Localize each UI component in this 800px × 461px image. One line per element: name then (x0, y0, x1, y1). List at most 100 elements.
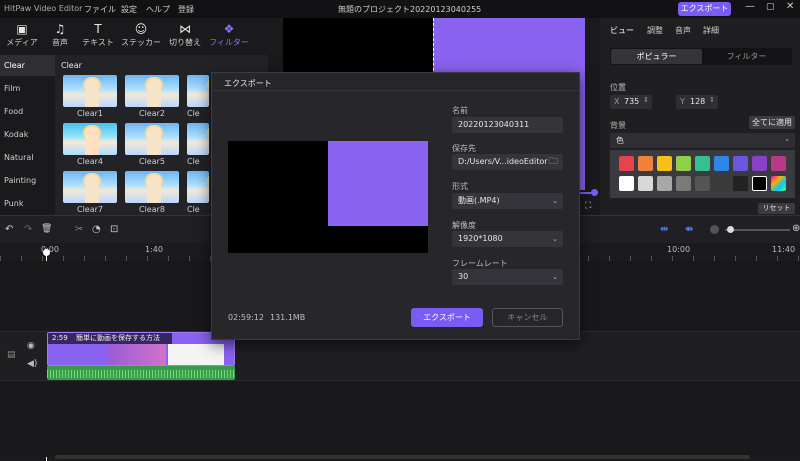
color-swatch[interactable] (733, 156, 748, 171)
color-swatch[interactable] (752, 156, 767, 171)
resolution-select[interactable]: 1920*1080 ⌄ (452, 231, 563, 247)
video-clip[interactable]: 2:59 簡単に動画を保存する方法 (47, 332, 235, 366)
timeline-scrollbar[interactable] (55, 455, 750, 459)
reset-button[interactable]: リセット (758, 203, 795, 214)
tool-sticker[interactable]: ☺ ステッカー (118, 22, 164, 48)
stepper-icon[interactable]: ⇕ (643, 96, 649, 104)
split-marker-icon[interactable]: ⇼ (685, 224, 693, 235)
background-type-select[interactable]: 色 ⌄ (610, 133, 795, 148)
ruler-label: 10:00 (667, 245, 691, 254)
color-swatch[interactable] (676, 176, 691, 191)
format-label: 形式 (452, 182, 468, 191)
audio-waveform[interactable] (47, 366, 235, 380)
redo-icon[interactable]: ↷ (24, 224, 32, 235)
color-swatch[interactable] (771, 156, 786, 171)
filter-label: Cle (187, 109, 200, 118)
tool-filter[interactable]: ❖ フィルター (205, 22, 253, 48)
tab-view[interactable]: ビュー (610, 25, 634, 36)
name-input[interactable]: 20220123040311 (452, 117, 563, 133)
clip-frame-thumb (108, 344, 166, 365)
category-food[interactable]: Food (4, 107, 23, 116)
zoom-slider[interactable] (725, 229, 790, 231)
menu-help[interactable]: ヘルプ (146, 4, 170, 15)
apply-all-button[interactable]: 全てに適用 (749, 116, 795, 129)
minimize-icon[interactable]: — (745, 1, 755, 12)
x-position-field[interactable]: X 735 ⇕ (610, 95, 652, 109)
filter-thumb-clear5[interactable] (125, 123, 179, 155)
filter-thumb-clear8[interactable] (125, 171, 179, 203)
snap-icon[interactable]: ⇹ (660, 224, 668, 235)
filter-thumb-clear4[interactable] (63, 123, 117, 155)
save-location-input[interactable]: D:/Users/V...ideoEditor 🗀 (452, 154, 563, 170)
color-swatch[interactable] (714, 176, 729, 191)
color-swatch[interactable] (657, 176, 672, 191)
cancel-button[interactable]: キャンセル (492, 308, 563, 327)
preview-progress-handle[interactable] (591, 189, 598, 196)
name-label: 名前 (452, 106, 468, 115)
export-button[interactable]: エクスポート (411, 308, 483, 327)
delete-icon[interactable]: 🗑 (41, 224, 52, 234)
tab-audio[interactable]: 音声 (675, 25, 691, 36)
fullscreen-icon[interactable]: ⛶ (585, 201, 591, 211)
filter-thumb-clear9[interactable] (187, 171, 209, 203)
subtab-filter[interactable]: フィルター (702, 49, 791, 64)
zoom-slider-handle[interactable] (727, 226, 734, 233)
filter-label: Cle (187, 205, 200, 214)
export-button-top[interactable]: エクスポート (678, 2, 731, 16)
color-swatch[interactable] (676, 156, 691, 171)
color-picker-swatch[interactable] (771, 176, 786, 191)
stepper-icon[interactable]: ⇕ (709, 96, 715, 104)
category-painting[interactable]: Painting (4, 176, 36, 185)
crop-icon[interactable]: ⊡ (110, 224, 118, 235)
undo-icon[interactable]: ↶ (5, 224, 13, 235)
color-swatch-selected[interactable] (752, 176, 767, 191)
color-swatch[interactable] (638, 176, 653, 191)
filter-thumb-clear3[interactable] (187, 75, 209, 107)
zoom-in-icon[interactable]: ⊕ (792, 223, 800, 234)
playhead-handle[interactable] (43, 249, 50, 256)
tool-text[interactable]: T テキスト (76, 22, 120, 48)
category-film[interactable]: Film (4, 84, 20, 93)
category-punk[interactable]: Punk (4, 199, 23, 208)
category-clear[interactable]: Clear (4, 61, 25, 70)
y-position-field[interactable]: Y 128 ⇕ (676, 95, 718, 109)
format-select[interactable]: 動画(.MP4) ⌄ (452, 193, 563, 209)
color-swatch[interactable] (695, 176, 710, 191)
save-location-label: 保存先 (452, 144, 476, 153)
color-swatch[interactable] (657, 156, 672, 171)
filter-label: Cle (187, 157, 200, 166)
filter-thumb-clear2[interactable] (125, 75, 179, 107)
subtab-popular[interactable]: ポピュラー (611, 49, 702, 64)
menu-register[interactable]: 登録 (178, 4, 194, 15)
close-icon[interactable]: ✕ (786, 1, 794, 12)
filter-thumb-clear7[interactable] (63, 171, 117, 203)
eye-icon[interactable]: ◉ (27, 341, 35, 351)
tool-transition[interactable]: ⋈ 切り替え (163, 22, 207, 48)
filter-thumb-clear1[interactable] (63, 75, 117, 107)
folder-icon[interactable]: 🗀 (549, 154, 558, 170)
menu-file[interactable]: ファイル (84, 4, 116, 15)
tab-details[interactable]: 詳細 (703, 25, 719, 36)
tab-adjust[interactable]: 調整 (647, 25, 663, 36)
subtab-group: ポピュラー フィルター (610, 48, 792, 65)
split-icon[interactable]: ✂ (75, 224, 83, 235)
speaker-icon[interactable]: ◀) (27, 359, 37, 369)
color-swatch[interactable] (733, 176, 748, 191)
zoom-out-icon[interactable] (710, 225, 719, 234)
color-swatch[interactable] (619, 176, 634, 191)
category-natural[interactable]: Natural (4, 153, 34, 162)
color-swatch[interactable] (714, 156, 729, 171)
export-filesize: 131.1MB (270, 313, 306, 322)
speed-icon[interactable]: ◔ (92, 224, 101, 235)
menu-settings[interactable]: 設定 (121, 4, 137, 15)
framerate-select[interactable]: 30 ⌄ (452, 269, 563, 285)
category-kodak[interactable]: Kodak (4, 130, 28, 139)
color-swatch[interactable] (695, 156, 710, 171)
maximize-icon[interactable]: ▢ (766, 2, 775, 12)
filter-thumb-clear6[interactable] (187, 123, 209, 155)
clip-info-bar: 2:59 簡単に動画を保存する方法 (48, 333, 172, 344)
properties-panel: ビュー 調整 音声 詳細 ポピュラー フィルター 位置 X 735 ⇕ Y 12… (600, 18, 800, 215)
position-label: 位置 (610, 83, 626, 92)
color-swatch[interactable] (638, 156, 653, 171)
color-swatch[interactable] (619, 156, 634, 171)
